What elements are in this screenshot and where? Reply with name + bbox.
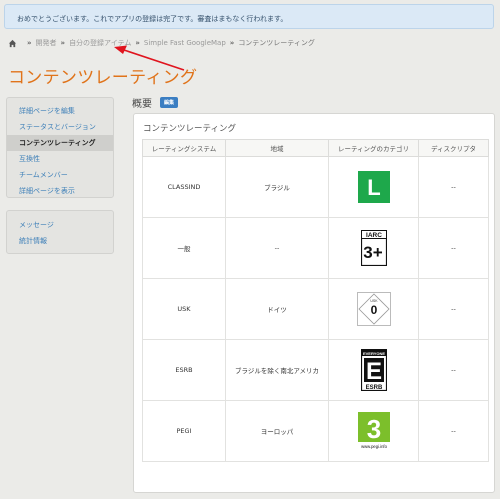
edit-button[interactable]: 編集 <box>160 97 179 108</box>
descriptor-cell: -- <box>418 217 489 279</box>
content-rating-panel: コンテンツレーティング レーティングシステム 地域 レーティングのカテゴリ ディ… <box>133 113 495 493</box>
sidebar-item-statistics[interactable]: 統計情報 <box>7 233 113 249</box>
table-row: USK ドイツ USK 0 -- <box>142 278 489 340</box>
sidebar-item-view-details[interactable]: 詳細ページを表示 <box>7 183 113 199</box>
sidebar-item-team-members[interactable]: チームメンバー <box>7 167 113 183</box>
icon-footer-text: www.pegi.info <box>361 444 388 449</box>
classind-l-icon: L <box>357 171 390 203</box>
icon-footer-text: ESRB <box>365 385 382 391</box>
category-cell: EVERYONE E ESRB <box>328 339 419 401</box>
category-cell: IARC 3+ <box>328 217 419 279</box>
category-cell: L <box>328 156 419 218</box>
breadcrumb-developer[interactable]: 開発者 <box>36 38 57 48</box>
region-cell: ドイツ <box>225 278 329 340</box>
table-row: CLASSIND ブラジル L -- <box>142 156 489 218</box>
descriptor-cell: -- <box>418 156 489 218</box>
table-row: ESRB ブラジルを除く南北アメリカ EVERYONE E ESRB -- <box>142 339 489 401</box>
icon-text: L <box>367 175 380 200</box>
rating-system-cell: USK <box>142 278 226 340</box>
icon-header-text: IARC <box>366 232 382 239</box>
breadcrumb-separator: » <box>27 39 32 47</box>
breadcrumb-current: コンテンツレーティング <box>238 39 315 47</box>
category-cell: 3 www.pegi.info <box>328 400 419 462</box>
region-cell: ブラジルを除く南北アメリカ <box>225 339 329 401</box>
usk-0-icon: USK 0 <box>356 292 391 326</box>
column-header: レーティングシステム <box>142 139 226 157</box>
region-cell: -- <box>225 217 329 279</box>
icon-text: 3 <box>366 414 380 444</box>
icon-text: E <box>365 358 381 385</box>
esrb-e-icon: EVERYONE E ESRB <box>360 349 387 391</box>
descriptor-cell: -- <box>418 278 489 340</box>
sidebar-item-content-rating[interactable]: コンテンツレーティング <box>7 135 113 151</box>
sidebar-item-status-versions[interactable]: ステータスとバージョン <box>7 119 113 135</box>
descriptor-cell: -- <box>418 339 489 401</box>
icon-text: 0 <box>370 303 377 317</box>
column-header: レーティングのカテゴリ <box>328 139 419 157</box>
region-cell: ヨーロッパ <box>225 400 329 462</box>
sidebar-secondary: メッセージ 統計情報 <box>6 210 114 254</box>
sidebar-item-edit-details[interactable]: 詳細ページを編集 <box>7 103 113 119</box>
breadcrumb-separator: » <box>229 39 235 47</box>
sidebar-item-messages[interactable]: メッセージ <box>7 217 113 233</box>
rating-system-cell: CLASSIND <box>142 156 226 218</box>
rating-system-cell: 一般 <box>142 217 226 279</box>
rating-table: レーティングシステム 地域 レーティングのカテゴリ ディスクリプタ CLASSI… <box>142 139 489 462</box>
section-heading: 概要 <box>132 99 152 110</box>
breadcrumb-separator: » <box>60 39 66 47</box>
table-header-row: レーティングシステム 地域 レーティングのカテゴリ ディスクリプタ <box>142 139 489 157</box>
rating-system-cell: ESRB <box>142 339 226 401</box>
panel-title: コンテンツレーティング <box>143 124 236 134</box>
pegi-3-icon: 3 www.pegi.info <box>357 412 390 450</box>
icon-text: 3+ <box>363 243 382 262</box>
icon-header-text: EVERYONE <box>362 351 384 356</box>
descriptor-cell: -- <box>418 400 489 462</box>
section-header: 概要 編集 <box>132 95 179 110</box>
region-cell: ブラジル <box>225 156 329 218</box>
page-title: コンテンツレーティング <box>8 68 198 88</box>
sidebar-item-compatibility[interactable]: 互換性 <box>7 151 113 167</box>
sidebar-primary: 詳細ページを編集 ステータスとバージョン コンテンツレーティング 互換性 チーム… <box>6 97 114 198</box>
table-row: 一般 -- IARC 3+ -- <box>142 217 489 279</box>
category-cell: USK 0 <box>328 278 419 340</box>
column-header: 地域 <box>225 139 329 157</box>
column-header: ディスクリプタ <box>418 139 489 157</box>
table-row: PEGI ヨーロッパ 3 www.pegi.info -- <box>142 400 489 462</box>
home-icon[interactable] <box>8 39 17 48</box>
success-notice: おめでとうございます。これでアプリの登録は完了です。審査はまもなく行われます。 <box>4 4 494 29</box>
rating-system-cell: PEGI <box>142 400 226 462</box>
iarc-3-icon: IARC 3+ <box>360 230 387 266</box>
